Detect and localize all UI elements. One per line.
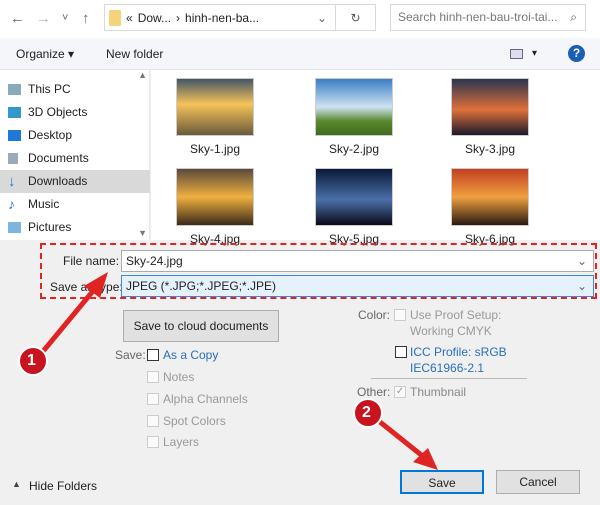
arrow-1	[38, 283, 100, 357]
step-2-number: 2	[362, 404, 371, 421]
arrow-2	[378, 420, 427, 460]
step-1-number: 1	[27, 352, 36, 369]
annotation-overlay	[18, 272, 438, 470]
